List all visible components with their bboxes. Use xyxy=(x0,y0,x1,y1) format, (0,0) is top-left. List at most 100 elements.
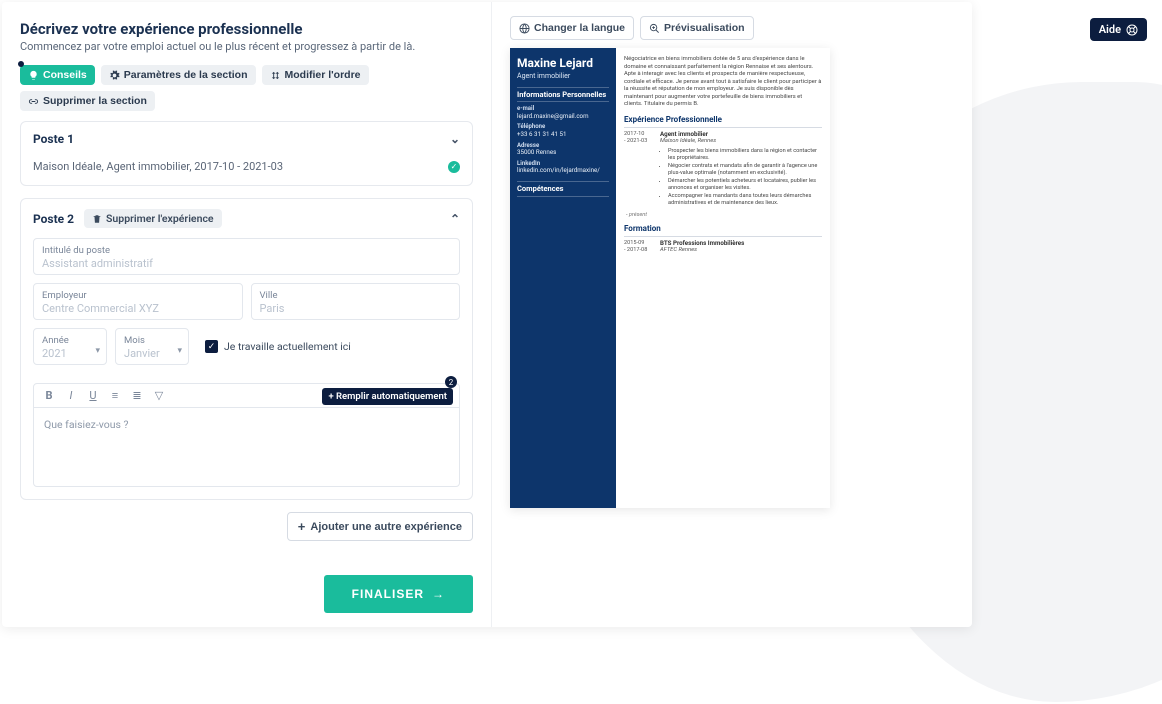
city-placeholder: Paris xyxy=(260,302,452,315)
help-label: Aide xyxy=(1099,23,1121,36)
resume-exp-title: Agent immobilier xyxy=(660,131,822,139)
delete-section-label: Supprimer la section xyxy=(43,95,147,107)
filter-icon[interactable]: ▽ xyxy=(152,389,166,402)
resume-phone: +33 6 31 31 41 51 xyxy=(517,131,609,139)
check-icon: ✓ xyxy=(448,161,460,173)
delete-section-button[interactable]: Supprimer la section xyxy=(20,91,155,111)
resume-exp-company: Maison Idéale, Rennes xyxy=(660,138,822,145)
resume-name: Maxine Lejard xyxy=(517,56,609,71)
gear-icon xyxy=(109,70,120,81)
reorder-button[interactable]: Modifier l'ordre xyxy=(262,65,369,85)
job-title-placeholder: Assistant administratif xyxy=(42,257,451,270)
current-checkbox[interactable]: ✓ xyxy=(205,340,218,353)
resume-present: - présent xyxy=(624,212,822,219)
help-button[interactable]: Aide xyxy=(1090,18,1147,41)
year-select[interactable]: Année 2021 ▾ xyxy=(33,328,107,365)
current-label: Je travaille actuellement ici xyxy=(224,340,351,353)
italic-icon[interactable]: I xyxy=(64,389,78,402)
resume-bullet: Accompagner les mandants dans toutes leu… xyxy=(668,193,822,207)
resume-preview: Maxine Lejard Agent immobilier Informati… xyxy=(510,48,830,508)
editor-textarea[interactable]: Que faisiez-vous ? xyxy=(34,408,459,486)
form-panel: Décrivez votre expérience professionnell… xyxy=(2,2,492,627)
chevron-down-icon: ▾ xyxy=(177,346,182,356)
page-title: Décrivez votre expérience professionnell… xyxy=(20,20,473,38)
employer-label: Employeur xyxy=(42,290,234,301)
tips-button[interactable]: Conseils xyxy=(20,65,95,85)
resume-exp-entry: 2017-10 - 2021-03 Agent immobilier Maiso… xyxy=(624,131,822,208)
city-label: Ville xyxy=(260,290,452,301)
finalize-button[interactable]: FINALISER → xyxy=(324,575,473,613)
employer-placeholder: Centre Commercial XYZ xyxy=(42,302,234,315)
resume-personal-header: Informations Personnelles xyxy=(517,87,609,102)
poste2-title: Poste 2 xyxy=(33,212,74,226)
resume-skills-header: Compétences xyxy=(517,181,609,196)
preview-button[interactable]: Prévisualisation xyxy=(640,16,754,40)
preview-panel: Changer la langue Prévisualisation Maxin… xyxy=(492,2,972,627)
resume-edu-entry: 2015-09 - 2017-08 BTS Professions Immobi… xyxy=(624,240,822,257)
lifebuoy-icon xyxy=(1126,24,1138,36)
resume-exp-bullets: Prospecter les biens immobiliers dans la… xyxy=(660,148,822,207)
resume-sidebar: Maxine Lejard Agent immobilier Informati… xyxy=(510,48,616,508)
trash-icon xyxy=(92,214,102,224)
year-label: Année xyxy=(42,335,98,346)
reorder-icon xyxy=(270,70,281,81)
globe-icon xyxy=(519,23,530,34)
chevron-down-icon: ▾ xyxy=(95,346,100,356)
resume-edu-dates: 2015-09 - 2017-08 xyxy=(624,240,656,257)
resume-exp-header: Expérience Professionnelle xyxy=(624,115,822,128)
resume-bullet: Démarcher les potentiels acheteurs et lo… xyxy=(668,178,822,192)
city-field[interactable]: Ville Paris xyxy=(251,283,461,320)
align-icon[interactable]: ≡ xyxy=(108,389,122,402)
section-settings-label: Paramètres de la section xyxy=(124,69,248,81)
chevron-up-icon[interactable]: ⌃ xyxy=(450,212,460,226)
month-label: Mois xyxy=(124,335,180,346)
add-experience-label: Ajouter une autre expérience xyxy=(310,521,462,533)
change-language-button[interactable]: Changer la langue xyxy=(510,16,634,40)
resume-edu-title: BTS Professions Immobilières xyxy=(660,240,822,248)
poste1-summary: Maison Idéale, Agent immobilier, 2017-10… xyxy=(33,160,283,173)
section-settings-button[interactable]: Paramètres de la section xyxy=(101,65,256,85)
resume-address: 35000 Rennes xyxy=(517,149,609,157)
delete-experience-button[interactable]: Supprimer l'expérience xyxy=(84,209,222,228)
underline-icon[interactable]: U xyxy=(86,389,100,402)
resume-edu-company: AFTEC Rennes xyxy=(660,247,822,254)
poste1-title: Poste 1 xyxy=(33,132,74,146)
job-title-label: Intitulé du poste xyxy=(42,245,451,256)
arrow-right-icon: → xyxy=(432,587,445,601)
editor-toolbar: B I U ≡ ≣ ▽ + Remplir automatiquement xyxy=(34,384,459,408)
bold-icon[interactable]: B xyxy=(42,389,56,402)
description-editor: 2 B I U ≡ ≣ ▽ + Remplir automatiquement … xyxy=(33,383,460,487)
reorder-label: Modifier l'ordre xyxy=(285,69,361,81)
chevron-down-icon: ⌄ xyxy=(450,132,460,146)
resume-role: Agent immobilier xyxy=(517,72,609,81)
poste1-card[interactable]: Poste 1 ⌄ Maison Idéale, Agent immobilie… xyxy=(20,121,473,186)
resume-intro: Négociatrice en biens immobiliers dotée … xyxy=(624,56,822,109)
bulb-icon xyxy=(28,70,39,81)
preview-label: Prévisualisation xyxy=(664,22,745,34)
delete-exp-label: Supprimer l'expérience xyxy=(106,212,214,225)
page-subtitle: Commencez par votre emploi actuel ou le … xyxy=(20,40,473,53)
app-container: Décrivez votre expérience professionnell… xyxy=(2,2,972,627)
resume-edu-header: Formation xyxy=(624,224,822,237)
job-title-field[interactable]: Intitulé du poste Assistant administrati… xyxy=(33,238,460,275)
change-language-label: Changer la langue xyxy=(534,22,625,34)
plus-icon: + xyxy=(298,519,306,534)
autofill-button[interactable]: + Remplir automatiquement xyxy=(322,388,453,405)
month-value: Janvier xyxy=(124,347,180,360)
resume-bullet: Négocier contrats et mandats afin de gar… xyxy=(668,163,822,177)
section-toolbar: Conseils Paramètres de la section Modifi… xyxy=(20,65,473,111)
year-value: 2021 xyxy=(42,347,98,360)
resume-main: Négociatrice en biens immobiliers dotée … xyxy=(616,48,830,508)
month-select[interactable]: Mois Janvier ▾ xyxy=(115,328,189,365)
magnify-icon xyxy=(649,23,660,34)
tips-label: Conseils xyxy=(43,69,87,81)
list-icon[interactable]: ≣ xyxy=(130,389,144,402)
resume-email: lejard.maxine@gmail.com xyxy=(517,113,609,121)
unlink-icon xyxy=(28,96,39,107)
employer-field[interactable]: Employeur Centre Commercial XYZ xyxy=(33,283,243,320)
finalize-label: FINALISER xyxy=(352,587,424,601)
resume-linkedin: linkedin.com/in/lejardmaxine/ xyxy=(517,167,609,175)
resume-exp-dates: 2017-10 - 2021-03 xyxy=(624,131,656,208)
add-experience-button[interactable]: + Ajouter une autre expérience xyxy=(287,512,473,541)
resume-bullet: Prospecter les biens immobiliers dans la… xyxy=(668,148,822,162)
